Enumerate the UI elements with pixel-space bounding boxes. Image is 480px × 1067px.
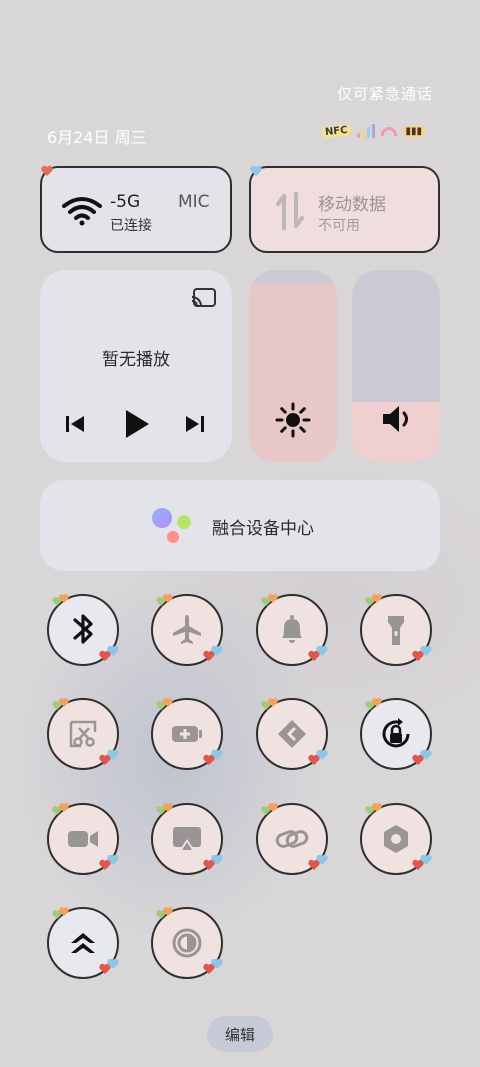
media-status: 暂无播放 (102, 350, 170, 370)
wifi-name: -5G (110, 192, 141, 212)
heart-deco-icon (250, 165, 262, 176)
heart-deco-icon (99, 855, 119, 870)
heart-deco-icon (203, 855, 223, 870)
mobile-data-state: 不可用 (318, 218, 360, 234)
data-transfer-icon (276, 192, 304, 230)
quick-toggle-settings-hex[interactable] (360, 803, 432, 875)
heart-deco-icon (261, 594, 278, 606)
quick-toggle-performance-mode[interactable] (47, 907, 119, 979)
heart-deco-icon (41, 165, 53, 176)
quick-toggle-rotation-lock[interactable] (360, 698, 432, 770)
heart-deco-icon (261, 803, 278, 815)
battery-icon: ▮▮▮ (402, 125, 426, 137)
dark-mode-icon (172, 928, 202, 958)
previous-track-icon[interactable] (64, 413, 86, 435)
heart-deco-icon (412, 646, 432, 661)
next-track-icon[interactable] (184, 413, 206, 435)
heart-deco-icon (261, 698, 278, 710)
hub-icon (152, 508, 194, 544)
flashlight-icon (388, 616, 404, 645)
mobile-data-tile[interactable]: 移动数据 不可用 (249, 165, 440, 253)
quick-toggle-share[interactable] (256, 698, 328, 770)
play-icon[interactable] (123, 408, 151, 440)
heart-deco-icon (99, 750, 119, 765)
quick-toggle-screenshot[interactable] (47, 698, 119, 770)
wifi-icon (62, 197, 102, 226)
quick-toggle-link[interactable] (256, 803, 328, 875)
quick-toggle-screen-cast[interactable] (151, 803, 223, 875)
heart-deco-icon (52, 698, 69, 710)
rainbow-icon (380, 126, 397, 136)
media-player-card[interactable]: 暂无播放 (40, 270, 232, 462)
edit-button[interactable]: 编辑 (207, 1016, 273, 1052)
heart-deco-icon (156, 698, 173, 710)
quick-toggle-dark-mode[interactable] (151, 907, 223, 979)
hub-label: 融合设备中心 (212, 519, 314, 539)
status-icons: NFC ▮▮▮ (321, 124, 426, 138)
heart-deco-icon (203, 750, 223, 765)
settings-hex-icon (384, 825, 408, 853)
heart-deco-icon (308, 855, 328, 870)
heart-deco-icon (203, 959, 223, 974)
heart-deco-icon (156, 803, 173, 815)
volume-icon (383, 406, 408, 432)
heart-deco-icon (156, 594, 173, 606)
heart-deco-icon (156, 907, 173, 919)
heart-deco-icon (52, 803, 69, 815)
quick-toggle-screen-record[interactable] (47, 803, 119, 875)
heart-deco-icon (365, 698, 382, 710)
quick-toggle-bell[interactable] (256, 594, 328, 666)
heart-deco-icon (99, 646, 119, 661)
signal-icon (356, 124, 375, 138)
nfc-icon: NFC (321, 124, 352, 138)
share-icon (278, 720, 306, 748)
heart-deco-icon (365, 803, 382, 815)
quick-toggle-bluetooth[interactable] (47, 594, 119, 666)
heart-deco-icon (99, 959, 119, 974)
heart-deco-icon (52, 907, 69, 919)
device-hub-card[interactable]: 融合设备中心 (40, 480, 440, 571)
quick-toggle-airplane[interactable] (151, 594, 223, 666)
wifi-tile[interactable]: -5G MIC 已连接 (40, 165, 232, 253)
heart-deco-icon (308, 646, 328, 661)
screenshot-icon (69, 720, 97, 748)
link-icon (275, 830, 309, 848)
quick-toggle-battery-saver[interactable] (151, 698, 223, 770)
heart-deco-icon (412, 750, 432, 765)
heart-deco-icon (365, 594, 382, 606)
heart-deco-icon (203, 646, 223, 661)
rotation-lock-icon (382, 718, 410, 748)
quick-toggle-flashlight[interactable] (360, 594, 432, 666)
bluetooth-icon (73, 614, 93, 644)
heart-deco-icon (308, 750, 328, 765)
wifi-name-suffix: MIC (178, 192, 210, 212)
screen-cast-icon (173, 827, 201, 851)
volume-slider[interactable] (352, 270, 440, 462)
screen-record-icon (68, 831, 98, 847)
emergency-calls-only-text: 仅可紧急通话 (336, 85, 433, 103)
airplane-icon (173, 615, 201, 644)
battery-saver-icon (172, 726, 202, 742)
bell-icon (282, 615, 302, 643)
brightness-icon (275, 402, 311, 438)
brightness-slider[interactable] (249, 270, 337, 462)
heart-deco-icon (412, 855, 432, 870)
cast-icon[interactable] (191, 287, 217, 309)
heart-deco-icon (52, 594, 69, 606)
performance-mode-icon (71, 933, 95, 953)
wifi-state: 已连接 (110, 218, 152, 234)
mobile-data-label: 移动数据 (318, 195, 386, 215)
date-text: 6月24日 周三 (47, 128, 147, 147)
